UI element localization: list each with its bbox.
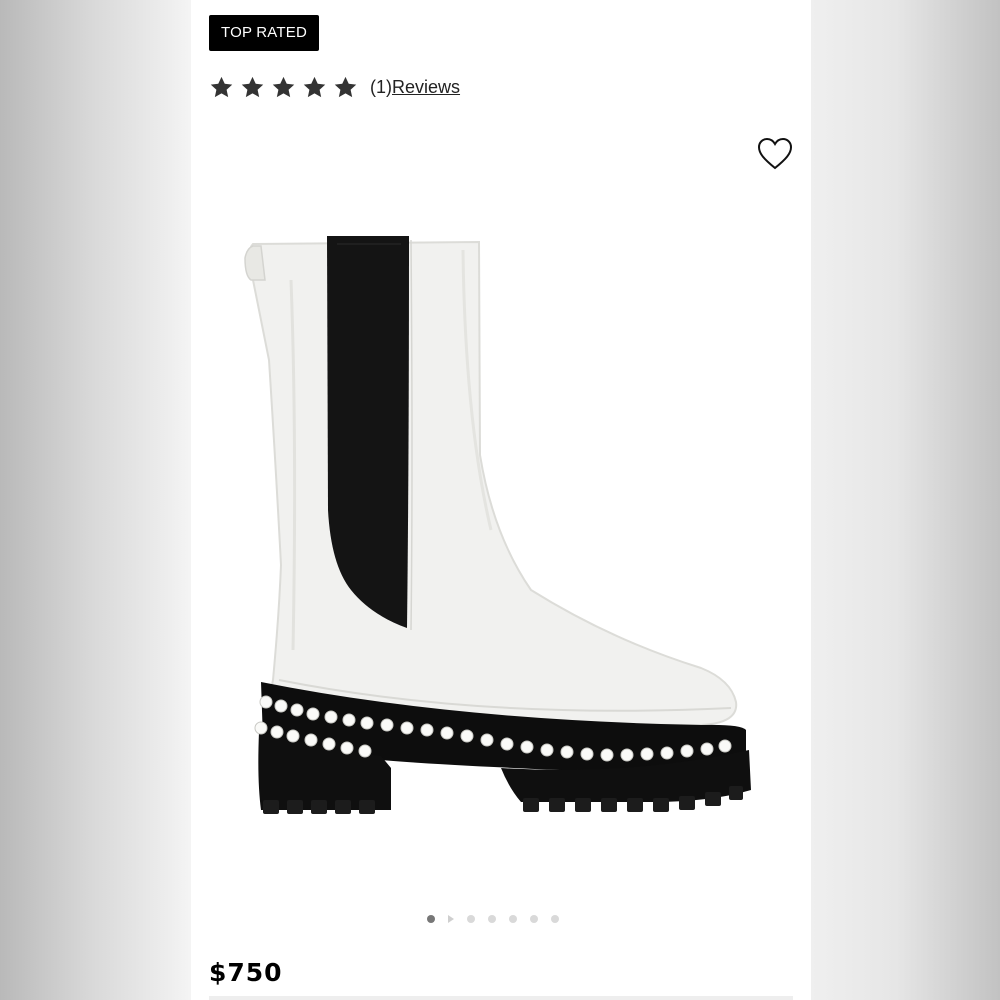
star-rating [209, 75, 358, 100]
carousel-indicators [427, 913, 559, 925]
star-icon [302, 75, 327, 100]
divider [209, 996, 793, 1000]
boot-pull-tab [244, 245, 266, 281]
rating-row: (1) Reviews [209, 72, 460, 102]
star-icon [209, 75, 234, 100]
product-image[interactable] [231, 220, 791, 840]
reviews-link[interactable]: Reviews [392, 77, 460, 98]
heart-outline-icon[interactable] [756, 136, 794, 172]
background-blur-right [811, 0, 1000, 1000]
star-icon [240, 75, 265, 100]
product-card: TOP RATED (1) Reviews $750 [191, 0, 811, 1000]
carousel-dot[interactable] [509, 915, 517, 923]
star-icon [271, 75, 296, 100]
star-icon [333, 75, 358, 100]
carousel-dot[interactable] [467, 915, 475, 923]
carousel-dot[interactable] [427, 915, 435, 923]
review-count: (1) [370, 76, 392, 97]
carousel-dot[interactable] [551, 915, 559, 923]
carousel-play-icon[interactable] [448, 915, 454, 923]
top-rated-badge: TOP RATED [209, 15, 319, 51]
carousel-dot[interactable] [530, 915, 538, 923]
boot-upper [248, 240, 738, 727]
carousel-dot[interactable] [488, 915, 496, 923]
product-price: $750 [209, 958, 283, 987]
boot-elastic-panel [327, 236, 409, 628]
